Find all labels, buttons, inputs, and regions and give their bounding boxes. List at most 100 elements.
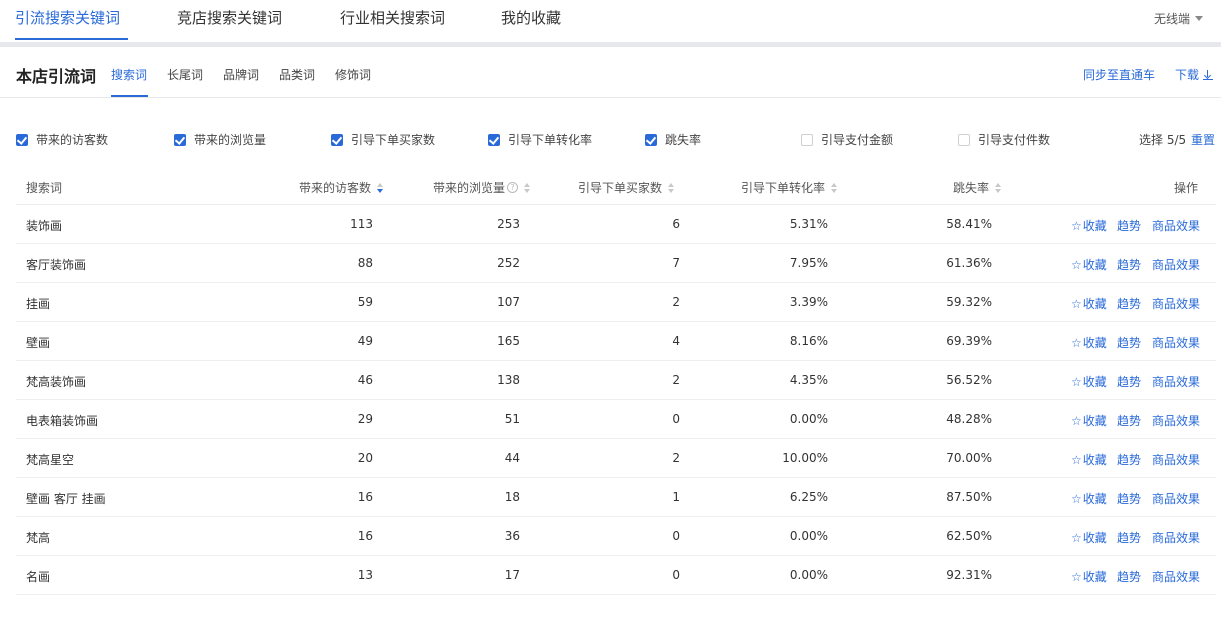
cell-visitors: 59: [357, 295, 373, 309]
favorite-link[interactable]: ☆收藏: [1071, 334, 1107, 351]
subtab-category[interactable]: 品类词: [279, 66, 315, 83]
product-effect-link[interactable]: 商品效果: [1152, 373, 1200, 390]
favorite-link[interactable]: ☆收藏: [1071, 295, 1107, 312]
product-effect-link[interactable]: 商品效果: [1152, 529, 1200, 546]
product-effect-link[interactable]: 商品效果: [1152, 490, 1200, 507]
product-effect-link[interactable]: 商品效果: [1152, 217, 1200, 234]
col-visitors[interactable]: 带来的访客数: [299, 179, 384, 196]
reset-button[interactable]: 重置: [1191, 131, 1215, 148]
cell-search-term: 壁画: [26, 336, 51, 350]
tab-industry-keywords[interactable]: 行业相关搜索词: [340, 7, 445, 28]
checkbox-checked-icon[interactable]: [488, 133, 500, 146]
checkbox-unchecked-icon[interactable]: [801, 133, 813, 146]
filter-order-conversion[interactable]: 引导下单转化率: [488, 131, 592, 148]
cell-order-buyers: 0: [672, 529, 680, 543]
col-pageviews-label: 带来的浏览量: [433, 181, 506, 195]
chevron-down-icon: [1195, 16, 1203, 21]
cell-bounce-rate: 56.52%: [946, 373, 992, 387]
sort-icon[interactable]: [995, 182, 1002, 193]
checkbox-checked-icon[interactable]: [331, 133, 343, 146]
favorite-link[interactable]: ☆收藏: [1071, 529, 1107, 546]
filter-bounce-rate[interactable]: 跳失率: [645, 131, 701, 148]
help-icon[interactable]: ?: [507, 182, 519, 193]
download-icon: [1203, 69, 1214, 80]
col-order-conversion[interactable]: 引导下单转化率: [741, 179, 838, 196]
trend-link[interactable]: 趋势: [1117, 529, 1141, 546]
filter-payment-items[interactable]: 引导支付件数: [958, 131, 1050, 148]
filter-payment-amount[interactable]: 引导支付金额: [801, 131, 893, 148]
cell-search-term: 梵高装饰画: [26, 375, 87, 389]
col-bounce-rate[interactable]: 跳失率: [953, 179, 1002, 196]
cell-visitors: 20: [357, 451, 373, 465]
subtab-modifier[interactable]: 修饰词: [335, 66, 371, 83]
trend-link[interactable]: 趋势: [1117, 295, 1141, 312]
favorite-link[interactable]: ☆收藏: [1071, 568, 1107, 585]
col-order-buyers[interactable]: 引导下单买家数: [578, 179, 675, 196]
favorite-label: 收藏: [1082, 492, 1107, 506]
checkbox-checked-icon[interactable]: [16, 133, 28, 146]
col-pageviews[interactable]: 带来的浏览量 ?: [433, 179, 531, 196]
section-header: 本店引流词 搜索词 长尾词 品牌词 品类词 修饰词 同步至直通车 下载: [0, 47, 1221, 98]
tab-referral-keywords[interactable]: 引流搜索关键词: [15, 7, 120, 28]
subtab-long-tail[interactable]: 长尾词: [167, 66, 203, 83]
tab-competitor-keywords[interactable]: 竞店搜索关键词: [177, 7, 282, 28]
favorite-link[interactable]: ☆收藏: [1071, 451, 1107, 468]
subtab-brand[interactable]: 品牌词: [223, 66, 259, 83]
trend-link[interactable]: 趋势: [1117, 490, 1141, 507]
device-select-label: 无线端: [1153, 12, 1190, 26]
product-effect-link[interactable]: 商品效果: [1152, 295, 1200, 312]
cell-order-conversion: 0.00%: [789, 568, 828, 582]
cell-search-term: 装饰画: [26, 219, 63, 233]
favorite-link[interactable]: ☆收藏: [1071, 490, 1107, 507]
filter-order-buyers[interactable]: 引导下单买家数: [331, 131, 435, 148]
cell-visitors: 13: [357, 568, 373, 582]
star-icon: ☆: [1071, 336, 1082, 350]
cell-bounce-rate: 69.39%: [946, 334, 992, 348]
sort-icon[interactable]: [831, 182, 838, 193]
checkbox-checked-icon[interactable]: [645, 133, 657, 146]
trend-link[interactable]: 趋势: [1117, 373, 1141, 390]
sort-icon[interactable]: [668, 182, 675, 193]
trend-link[interactable]: 趋势: [1117, 334, 1141, 351]
trend-link[interactable]: 趋势: [1117, 412, 1141, 429]
product-effect-link[interactable]: 商品效果: [1152, 451, 1200, 468]
cell-order-buyers: 2: [672, 295, 680, 309]
favorite-label: 收藏: [1082, 570, 1107, 584]
cell-order-buyers: 2: [672, 373, 680, 387]
download-button[interactable]: 下载: [1175, 66, 1214, 83]
trend-link[interactable]: 趋势: [1117, 451, 1141, 468]
sync-to-ztc-link[interactable]: 同步至直通车: [1083, 66, 1155, 83]
filter-pageviews[interactable]: 带来的浏览量: [174, 131, 266, 148]
table-row: 装饰画 113 253 6 5.31% 58.41% ☆收藏 趋势 商品效果: [16, 205, 1216, 244]
metric-filters: 带来的访客数 带来的浏览量 引导下单买家数 引导下单转化率 跳失率 引导支付金额…: [0, 131, 1221, 151]
table-row: 挂画 59 107 2 3.39% 59.32% ☆收藏 趋势 商品效果: [16, 283, 1216, 322]
product-effect-link[interactable]: 商品效果: [1152, 334, 1200, 351]
device-select[interactable]: 无线端: [1154, 10, 1203, 27]
cell-bounce-rate: 61.36%: [946, 256, 992, 270]
product-effect-link[interactable]: 商品效果: [1152, 412, 1200, 429]
sort-icon[interactable]: [524, 182, 531, 193]
favorite-link[interactable]: ☆收藏: [1071, 217, 1107, 234]
checkbox-checked-icon[interactable]: [174, 133, 186, 146]
filter-visitors[interactable]: 带来的访客数: [16, 131, 108, 148]
cell-pageviews: 17: [504, 568, 520, 582]
checkbox-unchecked-icon[interactable]: [958, 133, 970, 146]
cell-search-term: 挂画: [26, 297, 51, 311]
trend-link[interactable]: 趋势: [1117, 568, 1141, 585]
favorite-link[interactable]: ☆收藏: [1071, 256, 1107, 273]
favorite-link[interactable]: ☆收藏: [1071, 412, 1107, 429]
trend-link[interactable]: 趋势: [1117, 217, 1141, 234]
product-effect-link[interactable]: 商品效果: [1152, 256, 1200, 273]
cell-visitors: 49: [357, 334, 373, 348]
trend-link[interactable]: 趋势: [1117, 256, 1141, 273]
favorite-link[interactable]: ☆收藏: [1071, 373, 1107, 390]
subtab-search-terms[interactable]: 搜索词: [111, 66, 147, 83]
tab-my-favorites[interactable]: 我的收藏: [501, 7, 561, 28]
table-row: 名画 13 17 0 0.00% 92.31% ☆收藏 趋势 商品效果: [16, 556, 1216, 595]
cell-order-conversion: 0.00%: [789, 412, 828, 426]
sort-icon[interactable]: [377, 182, 384, 193]
section-title: 本店引流词: [16, 67, 97, 86]
cell-pageviews: 36: [504, 529, 520, 543]
product-effect-link[interactable]: 商品效果: [1152, 568, 1200, 585]
star-icon: ☆: [1071, 492, 1082, 506]
